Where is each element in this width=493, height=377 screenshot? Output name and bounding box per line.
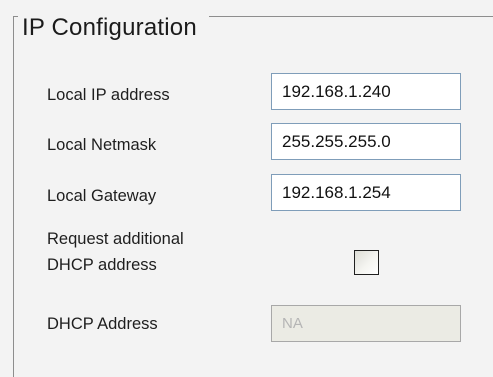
request-dhcp-checkbox[interactable] xyxy=(354,250,379,275)
local-gateway-label: Local Gateway xyxy=(47,187,157,205)
local-gateway-field[interactable]: 192.168.1.254 xyxy=(271,174,461,211)
group-title: IP Configuration xyxy=(18,13,209,43)
local-netmask-field[interactable]: 255.255.255.0 xyxy=(271,123,461,160)
local-ip-field[interactable]: 192.168.1.240 xyxy=(271,73,461,110)
dhcp-address-field: NA xyxy=(271,305,461,342)
request-dhcp-label-line2: DHCP address xyxy=(47,256,157,274)
local-ip-label: Local IP address xyxy=(47,86,170,104)
local-netmask-label: Local Netmask xyxy=(47,136,157,154)
request-dhcp-label-line1: Request additional xyxy=(47,230,184,248)
ip-configuration-panel: IP Configuration Local IP address 192.16… xyxy=(0,0,493,377)
dhcp-address-label: DHCP Address xyxy=(47,315,158,333)
